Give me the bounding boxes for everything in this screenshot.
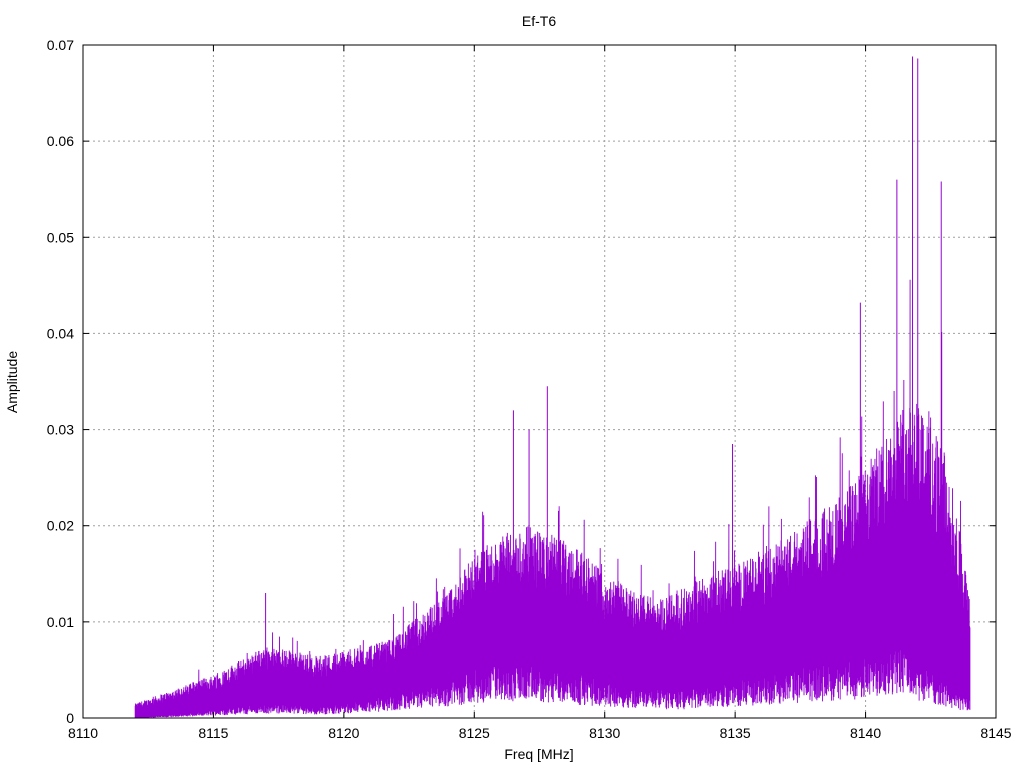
- x-tick-label: 8145: [980, 725, 1011, 741]
- y-tick-label: 0: [66, 710, 74, 726]
- y-tick-label: 0.07: [47, 37, 74, 53]
- y-axis-label: Amplitude: [4, 351, 20, 413]
- chart-title: Ef-T6: [522, 13, 556, 29]
- y-tick-label: 0.01: [47, 614, 74, 630]
- x-tick-label: 8125: [459, 725, 490, 741]
- y-tick-label: 0.03: [47, 422, 74, 438]
- y-tick-label: 0.04: [47, 325, 74, 341]
- y-tick-label: 0.02: [47, 518, 74, 534]
- x-axis-label: Freq [MHz]: [504, 746, 573, 762]
- x-tick-label: 8135: [720, 725, 751, 741]
- y-tick-label: 0.06: [47, 133, 74, 149]
- x-tick-label: 8140: [850, 725, 881, 741]
- chart-root: Ef-T6 8110 8115 8120 8125 8130 8135 8140 8145 0 0…: [0, 0, 1024, 768]
- x-tick-label: 8110: [68, 725, 98, 741]
- x-tick-label: 8120: [328, 725, 359, 741]
- y-tick-label: 0.05: [47, 229, 74, 245]
- x-tick-label: 8130: [589, 725, 620, 741]
- x-tick-label: 8115: [198, 725, 228, 741]
